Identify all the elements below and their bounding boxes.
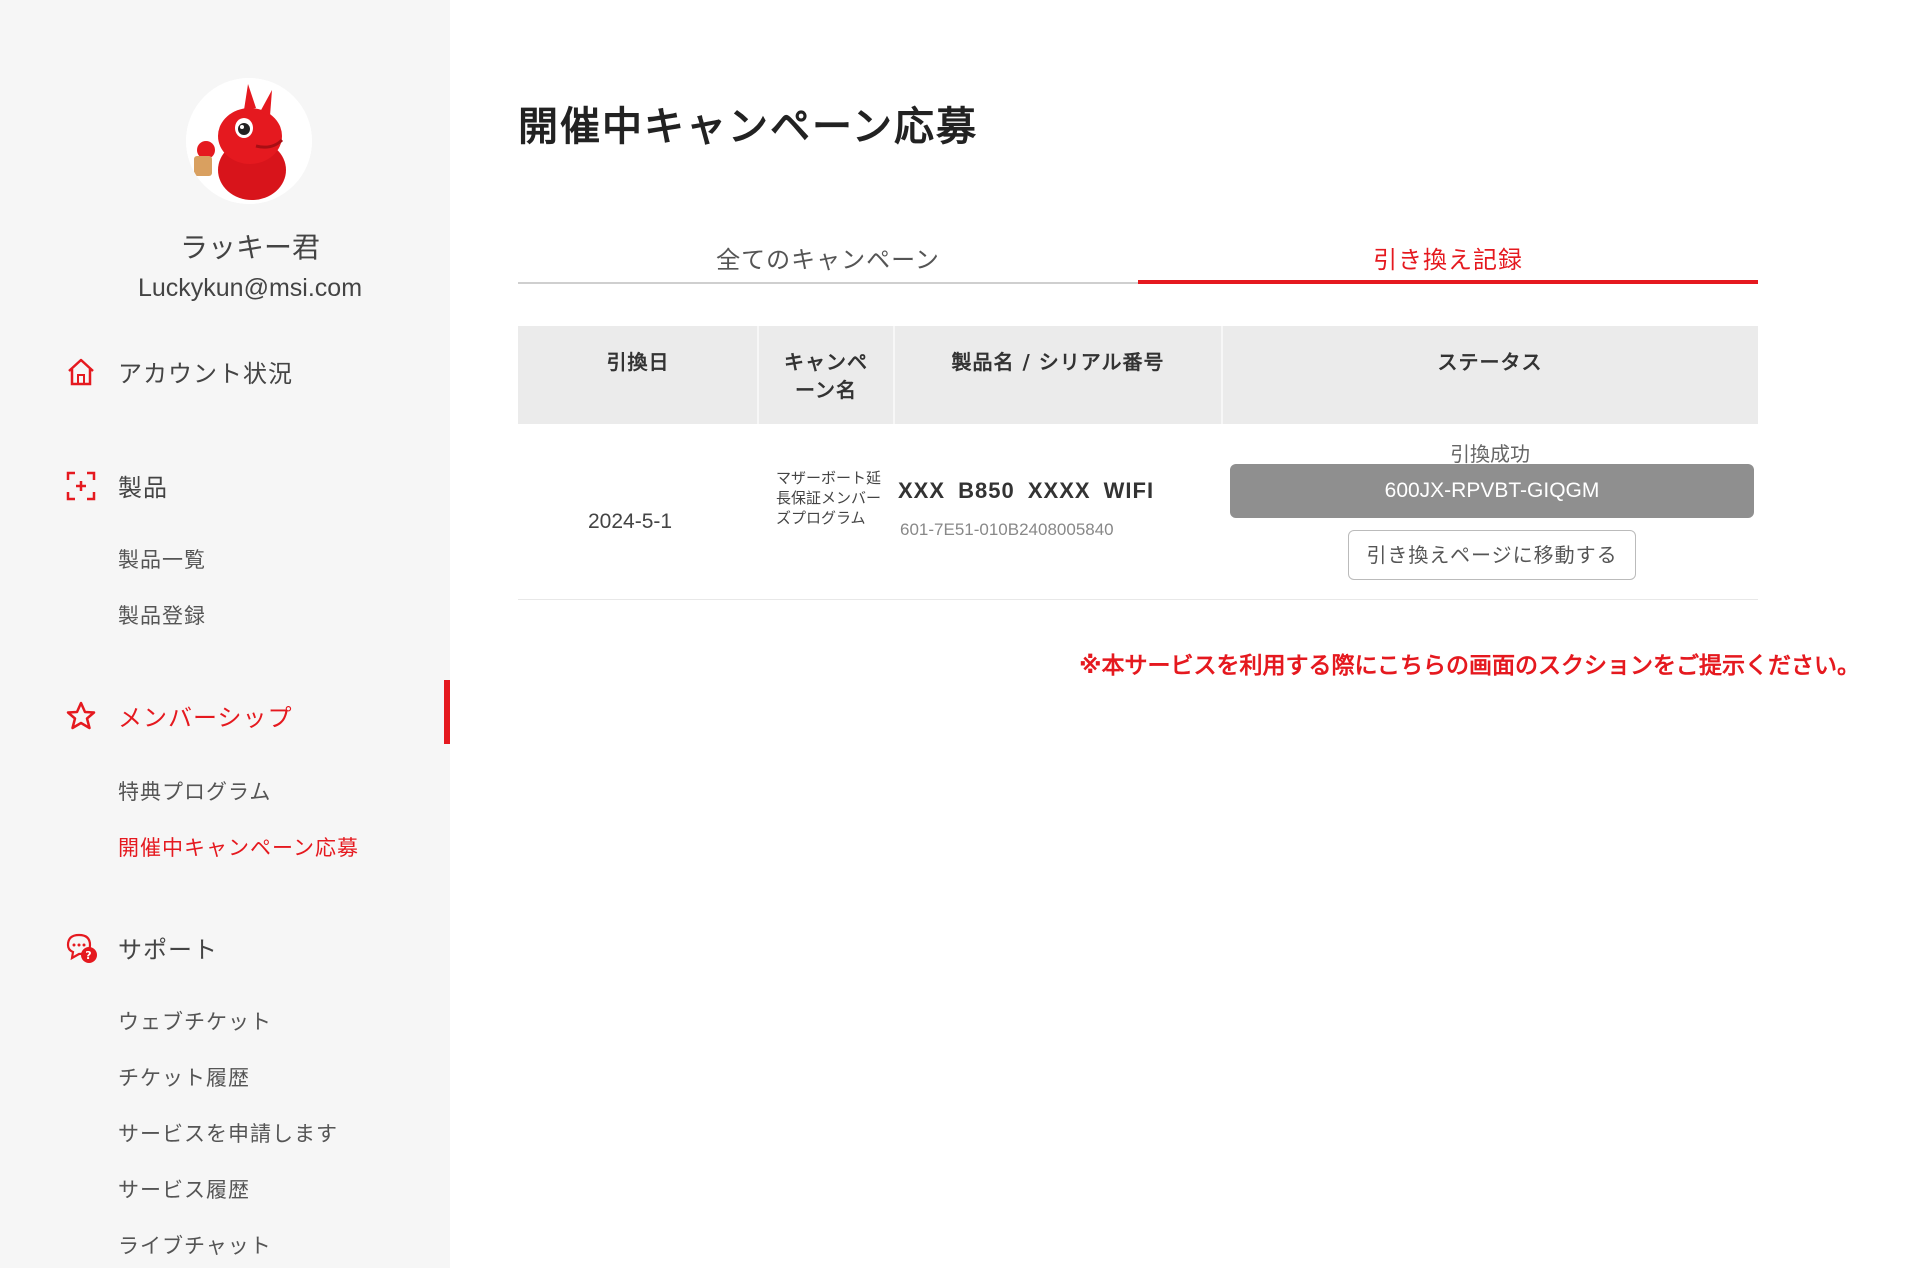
active-indicator [444,680,450,744]
sidebar-item-label: 製品 [118,474,168,502]
sidebar-item-product-list[interactable]: 製品一覧 [118,544,206,574]
sidebar-item-service-request[interactable]: サービスを申請します [118,1118,338,1148]
sidebar-item-label: アカウント状況 [118,360,293,388]
svg-text:?: ? [85,949,92,962]
sidebar-item-benefits[interactable]: 特典プログラム [118,776,271,806]
table-row: 2024-5-1 マザーボート延長保証メンバーズプログラム XXX B850 X… [518,424,1758,600]
sidebar-item-campaigns[interactable]: 開催中キャンペーン応募 [118,832,359,862]
status-label: 引換成功 [1450,442,1530,466]
redemption-code: 600JX-RPVBT-GIQGM [1230,464,1754,518]
sidebar-item-products[interactable]: 製品 [64,468,168,503]
page-title: 開催中キャンペーン応募 [518,104,978,150]
redemption-table: 引換日 キャンペーン名 製品名 / シリアル番号 ステータス 2024-5-1 … [518,326,1758,600]
sidebar: ラッキー君 Luckykun@msi.com アカウント状況 製品 製品一覧 製… [0,0,450,1268]
header-campaign: キャンペーン名 [784,350,868,402]
sidebar-item-membership[interactable]: メンバーシップ [64,698,293,733]
home-icon [64,355,98,389]
user-name: ラッキー君 [179,231,320,264]
serial-number: 601-7E51-010B2408005840 [900,520,1114,539]
header-status: ステータス [1437,350,1543,374]
sidebar-item-ticket-history[interactable]: チケット履歴 [118,1062,250,1092]
product-name: XXX B850 XXXX WIFI [898,478,1155,503]
support-chat-icon: ? [64,931,98,965]
go-to-redeem-page-button[interactable]: 引き換えページに移動する [1348,530,1636,580]
tab-all-campaigns[interactable]: 全てのキャンペーン [518,232,1138,284]
header-date: 引換日 [606,350,670,374]
user-email: Luckykun@msi.com [137,274,363,302]
sidebar-item-product-register[interactable]: 製品登録 [118,600,206,630]
sidebar-item-support[interactable]: ? サポート [64,930,218,965]
table-header: 引換日 キャンペーン名 製品名 / シリアル番号 ステータス [518,326,1758,424]
star-icon [64,699,98,733]
campaign-name: マザーボート延長保証メンバーズプログラム [776,469,882,527]
redemption-date: 2024-5-1 [588,510,673,533]
sidebar-item-web-ticket[interactable]: ウェブチケット [118,1006,272,1036]
dragon-mascot-icon [186,78,312,204]
sidebar-item-live-chat[interactable]: ライブチャット [118,1230,272,1260]
screenshot-notice: ※本サービスを利用する際にこちらの画面のスクションをご提示ください。 [1079,653,1860,679]
avatar[interactable] [186,78,312,204]
header-product: 製品名 / シリアル番号 [951,350,1165,374]
tab-bar: 全てのキャンペーン 引き換え記録 [518,232,1758,284]
sidebar-item-label: サポート [118,936,218,964]
sidebar-item-label: メンバーシップ [118,704,293,732]
sidebar-item-service-history[interactable]: サービス履歴 [118,1174,250,1204]
product-scan-icon [64,469,98,503]
sidebar-item-account[interactable]: アカウント状況 [64,354,293,389]
tab-redemption-history[interactable]: 引き換え記録 [1138,232,1758,284]
